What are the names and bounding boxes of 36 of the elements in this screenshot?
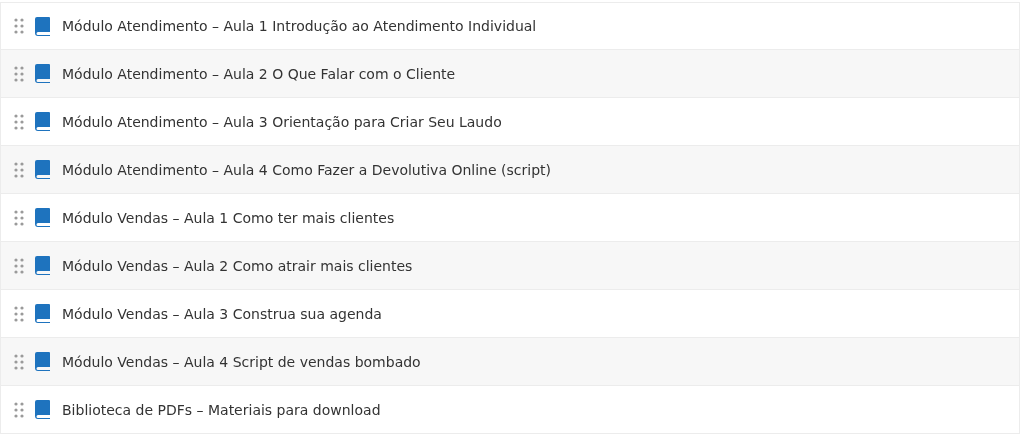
lesson-title: Módulo Vendas – Aula 3 Construa sua agenda (62, 305, 382, 322)
lesson-row[interactable]: Módulo Vendas – Aula 4 Script de vendas bombado (0, 338, 1020, 386)
lesson-row[interactable]: Módulo Atendimento – Aula 4 Como Fazer a Devolutiva Online (script) (0, 146, 1020, 194)
lesson-row[interactable]: Módulo Atendimento – Aula 3 Orientação para Criar Seu Laudo (0, 98, 1020, 146)
drag-handle-icon[interactable] (14, 161, 24, 178)
lesson-row[interactable]: Módulo Atendimento – Aula 2 O Que Falar com o Cliente (0, 50, 1020, 98)
drag-handle-icon[interactable] (14, 65, 24, 82)
drag-handle-icon[interactable] (14, 113, 24, 130)
lesson-title: Módulo Atendimento – Aula 4 Como Fazer a Devolutiva Online (script) (62, 161, 551, 178)
lesson-title: Módulo Vendas – Aula 4 Script de vendas bombado (62, 353, 421, 370)
book-icon (34, 304, 51, 323)
lesson-row[interactable]: Módulo Vendas – Aula 1 Como ter mais clientes (0, 194, 1020, 242)
lesson-title: Módulo Atendimento – Aula 2 O Que Falar com o Cliente (62, 65, 456, 82)
drag-handle-icon[interactable] (14, 305, 24, 322)
drag-handle-icon[interactable] (14, 209, 24, 226)
book-icon (34, 256, 51, 275)
drag-handle-icon[interactable] (14, 257, 24, 274)
lesson-row[interactable]: Módulo Vendas – Aula 3 Construa sua agenda (0, 290, 1020, 338)
book-icon (34, 352, 51, 371)
lesson-row[interactable]: Módulo Vendas – Aula 2 Como atrair mais clientes (0, 242, 1020, 290)
drag-handle-icon[interactable] (14, 18, 24, 34)
lesson-title: Módulo Vendas – Aula 1 Como ter mais clientes (62, 209, 395, 226)
book-icon (34, 64, 51, 83)
lesson-title: Biblioteca de PDFs – Materiais para download (62, 401, 381, 418)
drag-handle-icon[interactable] (14, 401, 24, 418)
lesson-title: Módulo Vendas – Aula 2 Como atrair mais clientes (62, 257, 413, 274)
lesson-title: Módulo Atendimento – Aula 3 Orientação para Criar Seu Laudo (62, 113, 502, 130)
book-icon (34, 112, 51, 131)
lesson-title: Módulo Atendimento – Aula 1 Introdução ao Atendimento Individual (62, 18, 537, 34)
book-icon (34, 16, 51, 36)
lesson-row[interactable]: Módulo Atendimento – Aula 1 Introdução ao Atendimento Individual (0, 2, 1020, 50)
lesson-row[interactable]: Biblioteca de PDFs – Materiais para download (0, 386, 1020, 434)
book-icon (34, 400, 51, 419)
drag-handle-icon[interactable] (14, 353, 24, 370)
book-icon (34, 208, 51, 227)
book-icon (34, 160, 51, 179)
